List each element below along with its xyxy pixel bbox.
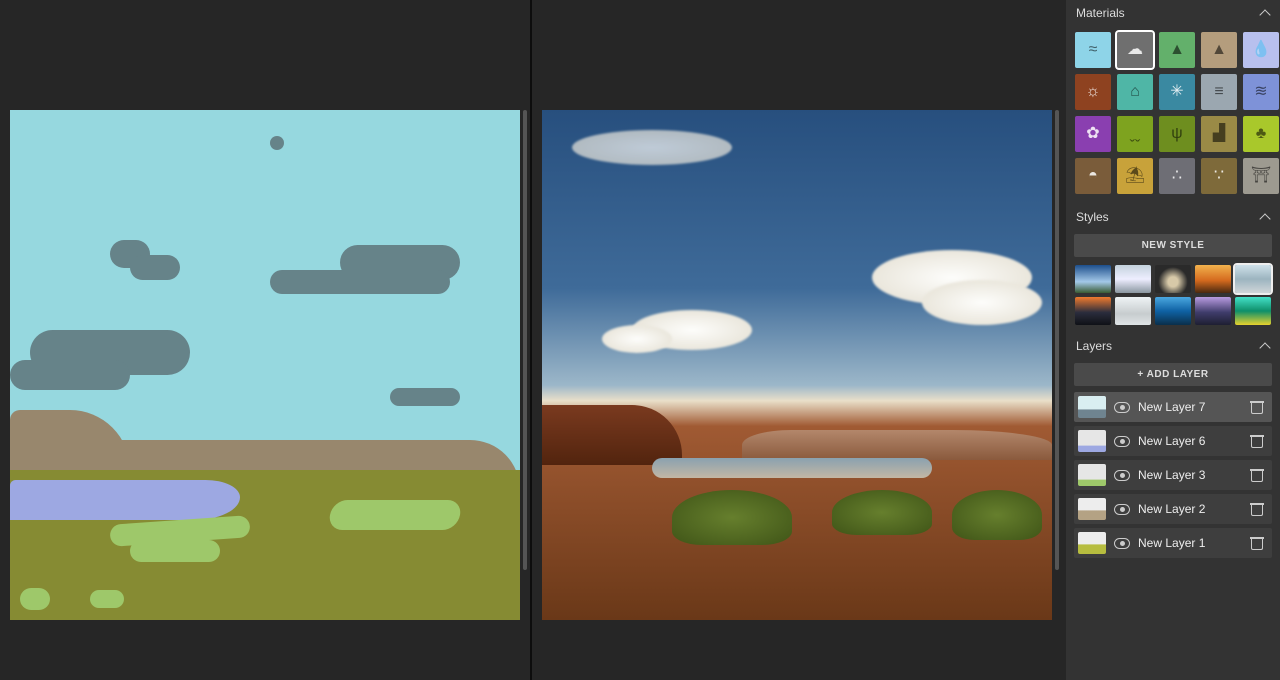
new-style-button[interactable]: NEW STYLE bbox=[1074, 234, 1272, 257]
add-layer-button[interactable]: + ADD LAYER bbox=[1074, 363, 1272, 386]
snow-icon: ✳ bbox=[1170, 84, 1183, 100]
visibility-eye-icon[interactable] bbox=[1114, 467, 1130, 483]
generated-image bbox=[542, 110, 1052, 620]
material-hill[interactable]: ▲ bbox=[1159, 32, 1195, 68]
chevron-up-icon bbox=[1260, 8, 1270, 18]
material-haze[interactable]: ⌂ bbox=[1117, 74, 1153, 110]
layer-name-label: New Layer 1 bbox=[1138, 536, 1242, 550]
layer-name-label: New Layer 2 bbox=[1138, 502, 1242, 516]
layers-list: New Layer 7 New Layer 6 New Layer 3 New Lay… bbox=[1066, 392, 1280, 558]
styles-panel-header[interactable]: Styles bbox=[1066, 204, 1280, 230]
layers-panel-header[interactable]: Layers bbox=[1066, 333, 1280, 359]
segmentation-canvas[interactable] bbox=[10, 110, 520, 620]
material-tree[interactable]: ♣ bbox=[1243, 116, 1279, 152]
dirt-icon: ▟ bbox=[1213, 126, 1225, 142]
tree-icon: ♣ bbox=[1256, 126, 1267, 142]
material-fire[interactable]: ☼ bbox=[1075, 74, 1111, 110]
mountain-icon: ▲ bbox=[1211, 42, 1227, 58]
materials-grid: ≈ ☁ ▲ ▲ 💧 ☼ ⌂ ✳ ≡ ≋ ✿ ˬˬ ψ ▟ ♣ ◓ ⛱ ∴ ∵ ⛩ bbox=[1066, 26, 1280, 204]
delete-layer-icon[interactable] bbox=[1250, 468, 1264, 482]
material-sand[interactable]: ⛱ bbox=[1117, 158, 1153, 194]
haze-icon: ⌂ bbox=[1130, 84, 1140, 100]
canvas-scrollbar[interactable] bbox=[1055, 110, 1059, 570]
sidebar: Materials ≈ ☁ ▲ ▲ 💧 ☼ ⌂ ✳ ≡ ≋ ✿ ˬˬ ψ ▟ ♣ ◓ ⛱ ∴ ∵ ⛩ Styles N… bbox=[1066, 0, 1280, 680]
style-thumb-6[interactable] bbox=[1075, 297, 1111, 325]
layers-title: Layers bbox=[1076, 339, 1112, 353]
sky-icon: ≈ bbox=[1089, 42, 1098, 58]
styles-title: Styles bbox=[1076, 210, 1109, 224]
layer-name-label: New Layer 6 bbox=[1138, 434, 1242, 448]
canvas-scrollbar[interactable] bbox=[523, 110, 527, 570]
layer-thumbnail bbox=[1078, 532, 1106, 554]
fog-icon: ≡ bbox=[1214, 84, 1223, 100]
hill-icon: ▲ bbox=[1169, 42, 1185, 58]
layer-row[interactable]: New Layer 2 bbox=[1074, 494, 1272, 524]
rock-icon: ◓ bbox=[1088, 168, 1098, 184]
style-thumb-10[interactable] bbox=[1235, 297, 1271, 325]
style-thumb-1[interactable] bbox=[1075, 265, 1111, 293]
visibility-eye-icon[interactable] bbox=[1114, 433, 1130, 449]
layer-row[interactable]: New Layer 7 bbox=[1074, 392, 1272, 422]
sand-icon: ⛱ bbox=[1125, 168, 1145, 184]
gravel-icon: ∴ bbox=[1172, 168, 1182, 184]
material-stone[interactable]: ⛩ bbox=[1243, 158, 1279, 194]
delete-layer-icon[interactable] bbox=[1250, 502, 1264, 516]
material-mud[interactable]: ∵ bbox=[1201, 158, 1237, 194]
material-grass[interactable]: ˬˬ bbox=[1117, 116, 1153, 152]
material-dirt[interactable]: ▟ bbox=[1201, 116, 1237, 152]
layer-name-label: New Layer 3 bbox=[1138, 468, 1242, 482]
grass-icon: ˬˬ bbox=[1130, 126, 1141, 142]
styles-grid bbox=[1066, 263, 1280, 333]
material-gravel[interactable]: ∴ bbox=[1159, 158, 1195, 194]
material-fog[interactable]: ≡ bbox=[1201, 74, 1237, 110]
bush-icon: ψ bbox=[1171, 126, 1182, 142]
layer-thumbnail bbox=[1078, 464, 1106, 486]
delete-layer-icon[interactable] bbox=[1250, 434, 1264, 448]
sea-icon: ≋ bbox=[1254, 84, 1267, 100]
layer-row[interactable]: New Layer 3 bbox=[1074, 460, 1272, 490]
style-thumb-4[interactable] bbox=[1195, 265, 1231, 293]
style-thumb-2[interactable] bbox=[1115, 265, 1151, 293]
stone-icon: ⛩ bbox=[1251, 168, 1271, 184]
layer-row[interactable]: New Layer 6 bbox=[1074, 426, 1272, 456]
style-thumb-9[interactable] bbox=[1195, 297, 1231, 325]
material-mountain[interactable]: ▲ bbox=[1201, 32, 1237, 68]
layer-row[interactable]: New Layer 1 bbox=[1074, 528, 1272, 558]
layer-name-label: New Layer 7 bbox=[1138, 400, 1242, 414]
material-cloud[interactable]: ☁ bbox=[1117, 32, 1153, 68]
materials-title: Materials bbox=[1076, 6, 1125, 20]
chevron-up-icon bbox=[1260, 341, 1270, 351]
visibility-eye-icon[interactable] bbox=[1114, 501, 1130, 517]
material-water[interactable]: 💧 bbox=[1243, 32, 1279, 68]
visibility-eye-icon[interactable] bbox=[1114, 399, 1130, 415]
material-bush[interactable]: ψ bbox=[1159, 116, 1195, 152]
layer-thumbnail bbox=[1078, 396, 1106, 418]
cloud-icon: ☁ bbox=[1127, 42, 1143, 58]
material-flower[interactable]: ✿ bbox=[1075, 116, 1111, 152]
delete-layer-icon[interactable] bbox=[1250, 536, 1264, 550]
style-thumb-5[interactable] bbox=[1235, 265, 1271, 293]
style-thumb-7[interactable] bbox=[1115, 297, 1151, 325]
input-canvas-pane bbox=[0, 0, 530, 680]
materials-panel-header[interactable]: Materials bbox=[1066, 0, 1280, 26]
visibility-eye-icon[interactable] bbox=[1114, 535, 1130, 551]
style-thumb-3[interactable] bbox=[1155, 265, 1191, 293]
material-sky[interactable]: ≈ bbox=[1075, 32, 1111, 68]
mud-icon: ∵ bbox=[1214, 168, 1224, 184]
delete-layer-icon[interactable] bbox=[1250, 400, 1264, 414]
layer-thumbnail bbox=[1078, 430, 1106, 452]
material-sea[interactable]: ≋ bbox=[1243, 74, 1279, 110]
output-canvas-pane bbox=[532, 0, 1062, 680]
workspace bbox=[0, 0, 1066, 680]
material-snow[interactable]: ✳ bbox=[1159, 74, 1195, 110]
flower-icon: ✿ bbox=[1086, 126, 1099, 142]
style-thumb-8[interactable] bbox=[1155, 297, 1191, 325]
material-rock[interactable]: ◓ bbox=[1075, 158, 1111, 194]
layer-thumbnail bbox=[1078, 498, 1106, 520]
chevron-up-icon bbox=[1260, 212, 1270, 222]
fire-icon: ☼ bbox=[1086, 84, 1101, 100]
water-icon: 💧 bbox=[1251, 42, 1271, 58]
